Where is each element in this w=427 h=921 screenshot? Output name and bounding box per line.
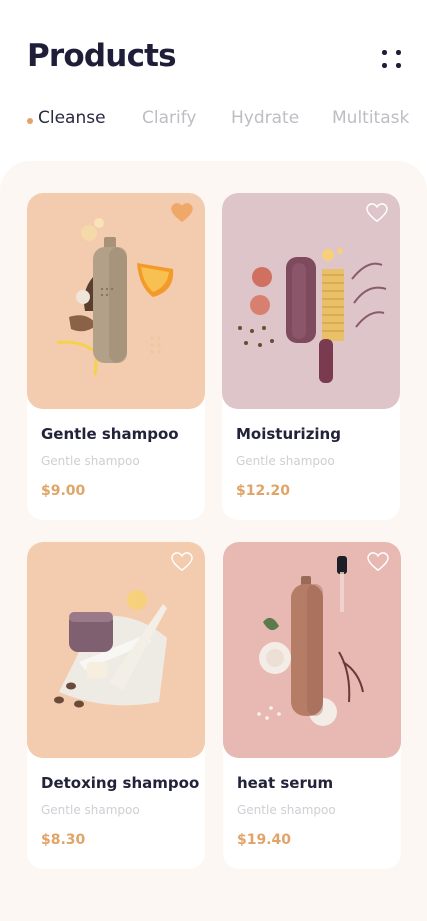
- tab-clarify[interactable]: Clarify: [142, 108, 196, 128]
- product-name: Moisturizing: [236, 425, 341, 443]
- tab-hydrate[interactable]: Hydrate: [231, 108, 299, 128]
- heart-icon[interactable]: [171, 203, 193, 223]
- heart-outline-icon[interactable]: [171, 552, 193, 572]
- grid-dots-icon[interactable]: [376, 44, 408, 74]
- heart-outline-icon[interactable]: [367, 552, 389, 572]
- product-card[interactable]: Detoxing shampoo Gentle shampoo $8.30: [27, 542, 205, 869]
- tab-cleanse[interactable]: Cleanse: [38, 108, 106, 128]
- product-image: [27, 193, 205, 409]
- product-name: Gentle shampoo: [41, 425, 179, 443]
- header: Products: [0, 0, 427, 100]
- product-subtitle: Gentle shampoo: [237, 803, 336, 817]
- product-price: $8.30: [41, 832, 86, 848]
- product-subtitle: Gentle shampoo: [41, 803, 140, 817]
- category-tabs: Cleanse Clarify Hydrate Multitask: [0, 108, 427, 134]
- product-name: Detoxing shampoo: [41, 774, 200, 792]
- tab-multitask[interactable]: Multitask: [332, 108, 409, 128]
- product-card[interactable]: Gentle shampoo Gentle shampoo $9.00: [27, 193, 205, 520]
- product-price: $9.00: [41, 483, 86, 499]
- page-title: Products: [27, 38, 177, 74]
- active-tab-indicator: [27, 118, 33, 124]
- heart-outline-icon[interactable]: [366, 203, 388, 223]
- product-image: [27, 542, 205, 758]
- product-image: [222, 193, 400, 409]
- product-card[interactable]: heat serum Gentle shampoo $19.40: [223, 542, 401, 869]
- product-grid: Gentle shampoo Gentle shampoo $9.00 Mois…: [0, 161, 427, 921]
- product-subtitle: Gentle shampoo: [236, 454, 335, 468]
- product-name: heat serum: [237, 774, 334, 792]
- product-price: $12.20: [236, 483, 291, 499]
- product-card[interactable]: Moisturizing Gentle shampoo $12.20: [222, 193, 400, 520]
- product-image: [223, 542, 401, 758]
- product-subtitle: Gentle shampoo: [41, 454, 140, 468]
- product-price: $19.40: [237, 832, 292, 848]
